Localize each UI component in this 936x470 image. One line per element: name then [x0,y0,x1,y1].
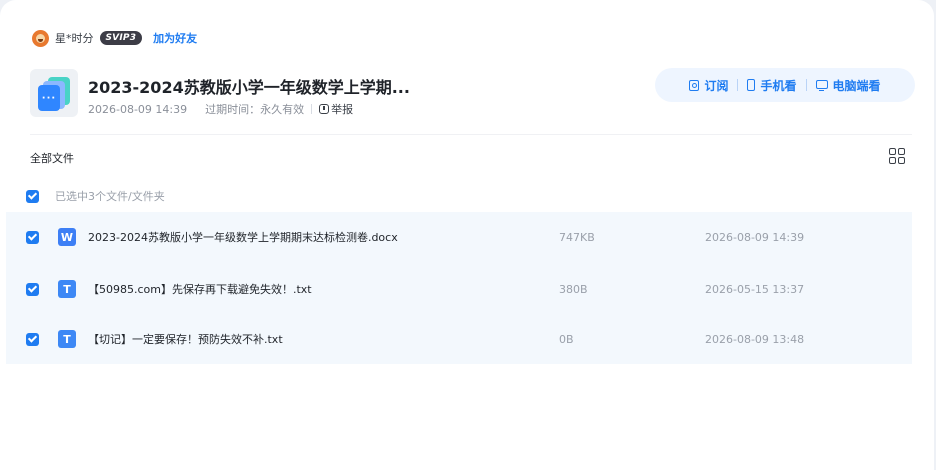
report-icon [319,104,330,114]
file-size: 747KB [559,230,595,244]
word-doc-icon: W [58,228,76,246]
share-title: 2023-2024苏教版小学一年级数学上学期... [88,78,410,97]
file-size: 380B [559,282,588,296]
row-checkbox[interactable] [26,282,39,296]
action-divider [737,79,739,91]
file-name[interactable]: 2023-2024苏教版小学一年级数学上学期期末达标检测卷.docx [88,229,398,245]
vip-badge: SVIP3 [99,31,143,45]
avatar[interactable] [32,29,49,47]
file-date: 2026-08-09 13:48 [705,332,805,346]
file-size: 0B [559,332,574,346]
folder-stack-icon: ··· [38,85,60,111]
file-name[interactable]: 【50985.com】先保存再下载避免失效！.txt [88,281,312,297]
breadcrumb-all-files[interactable]: 全部文件 [30,150,74,166]
select-all-checkbox[interactable] [26,189,39,203]
grid-view-icon[interactable] [889,148,905,164]
grid-cell [898,157,905,164]
phone-icon [747,79,756,91]
share-expire-time: 过期时间：永久有效 [205,103,305,116]
username[interactable]: 星*时分 [55,30,94,46]
view-actions: 订阅 手机看 电脑端看 [655,68,915,102]
header-divider [30,134,912,135]
pc-view-button[interactable]: 电脑端看 [815,77,881,94]
monitor-icon [815,79,828,91]
subscribe-icon [689,79,700,91]
file-date: 2026-05-15 13:37 [705,282,805,296]
action-divider [805,79,807,91]
subscribe-button[interactable]: 订阅 [689,77,728,94]
pc-view-label: 电脑端看 [832,78,881,93]
text-file-icon: T [58,330,76,348]
report-label: 举报 [331,103,354,116]
table-row[interactable]: T 【50985.com】先保存再下载避免失效！.txt 380B 2026-0… [6,264,912,314]
table-row[interactable]: T 【切记】一定要保存！预防失效不补.txt 0B 2026-08-09 13:… [6,314,912,364]
file-date: 2026-08-09 14:39 [705,230,805,244]
selected-count-text: 已选中3个文件/文件夹 [55,190,165,203]
file-list: W 2023-2024苏教版小学一年级数学上学期期末达标检测卷.docx 747… [6,212,912,364]
grid-cell [889,148,896,155]
row-checkbox[interactable] [26,230,39,244]
add-friend-link[interactable]: 加为好友 [153,30,197,46]
grid-cell [898,148,905,155]
table-row[interactable]: W 2023-2024苏教版小学一年级数学上学期期末达标检测卷.docx 747… [6,212,912,262]
row-checkbox[interactable] [26,332,39,346]
report-button[interactable]: 举报 [319,101,353,117]
share-thumbnail: ··· [30,69,78,117]
sharer-info: 星*时分 SVIP3 加为好友 [32,28,197,48]
subscribe-label: 订阅 [704,78,729,93]
meta-divider [311,104,313,114]
file-name[interactable]: 【切记】一定要保存！预防失效不补.txt [88,331,283,347]
text-file-icon: T [58,280,76,298]
grid-cell [889,157,896,164]
select-all-row: 已选中3个文件/文件夹 [26,188,165,204]
share-page-card: 星*时分 SVIP3 加为好友 ··· 2023-2024苏教版小学一年级数学上… [0,0,934,470]
phone-view-button[interactable]: 手机看 [747,77,797,94]
share-meta: 2026-08-09 14:39 过期时间：永久有效 举报 [88,101,353,117]
phone-view-label: 手机看 [760,78,797,93]
share-created-time: 2026-08-09 14:39 [88,102,188,116]
